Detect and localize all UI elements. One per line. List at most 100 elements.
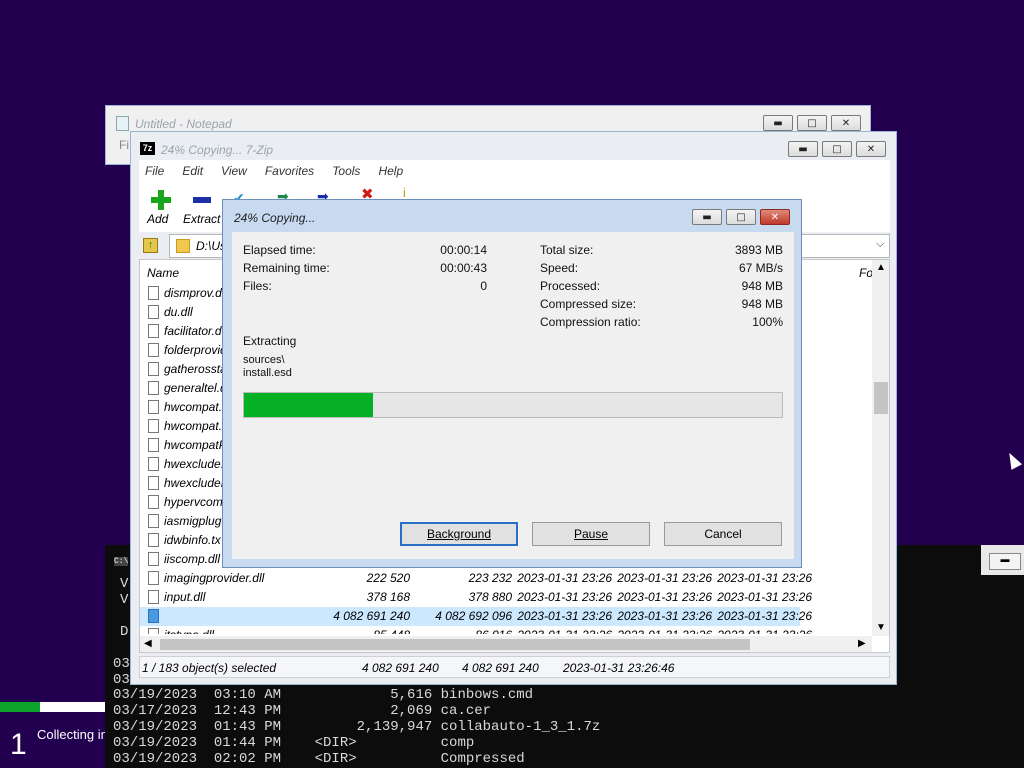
total-size-label: Total size: (540, 243, 594, 257)
pause-button[interactable]: Pause (532, 522, 650, 546)
copy-progress-bar (243, 392, 783, 418)
menu-view[interactable]: View (221, 164, 247, 178)
action-text: Extracting (243, 334, 297, 348)
file-created: 2023-01-31 23:26 (617, 609, 712, 623)
file-modified: 2023-01-31 23:26 (517, 609, 612, 623)
file-name: imagingprovider.dll (164, 571, 265, 585)
file-packed: 86 016 (416, 628, 512, 634)
console-line: 03/19/2023 02:02 PM <DIR> Compressed (113, 751, 525, 767)
progress-dialog[interactable]: 24% Copying... ▬ □ ✕ Elapsed time: 00:00… (222, 199, 802, 568)
file-name: hwcompat.t (164, 419, 226, 433)
copy-progress-fill (244, 393, 374, 417)
console-fragment: V (120, 592, 129, 608)
file-icon (148, 628, 159, 634)
file-name: facilitator.d (164, 324, 222, 338)
console-line: 03/19/2023 03:10 AM 5,616 binbows.cmd (113, 687, 534, 703)
sevenzip-maximize-button[interactable]: □ (822, 141, 852, 157)
file-icon (148, 400, 159, 414)
mouse-cursor-icon (1003, 450, 1023, 470)
processed-value: 948 MB (741, 279, 783, 293)
console-line: 03/19/2023 01:43 PM 2,139,947 collabauto… (113, 719, 601, 735)
dialog-close-button[interactable]: ✕ (760, 209, 790, 225)
file-row[interactable]: imagingprovider.dll 222 520 223 232 2023-01… (140, 569, 812, 588)
file-size: 4 082 691 240 (333, 609, 410, 623)
scroll-down-icon[interactable]: ▼ (876, 622, 886, 633)
chevron-down-icon[interactable]: ⌵ (876, 238, 884, 251)
column-header-name[interactable]: Name (147, 266, 179, 280)
file-created: 2023-01-31 23:26 (616, 628, 712, 634)
add-label: Add (147, 212, 169, 226)
file-icon (148, 324, 159, 338)
compressed-size-value: 948 MB (741, 297, 783, 311)
extract-button[interactable]: Extract (183, 188, 223, 228)
horizontal-scrollbar[interactable]: ◀ ▶ (140, 636, 872, 652)
file-created: 2023-01-31 23:26 (617, 571, 712, 585)
file-packed: 223 232 (468, 571, 512, 585)
background-button-label: Background (426, 527, 492, 541)
cancel-button-label: Cancel (704, 527, 742, 541)
file-row[interactable]: 4 082 691 240 4 082 692 096 2023-01-31 23:… (140, 607, 812, 626)
notepad-menu-fragment[interactable]: Fi (119, 138, 129, 152)
file-modified: 2023-01-31 23:26 (517, 590, 612, 604)
cancel-button[interactable]: Cancel (664, 522, 782, 546)
scroll-thumb[interactable] (874, 382, 888, 414)
speed-label: Speed: (540, 261, 579, 275)
menu-help[interactable]: Help (378, 164, 403, 178)
menu-edit[interactable]: Edit (182, 164, 203, 178)
file-name: idwbinfo.tx (164, 533, 221, 547)
file-accessed: 2023-01-31 23:26 (717, 590, 812, 604)
background-button[interactable]: Background (400, 522, 518, 546)
elapsed-value: 00:00:14 (440, 243, 487, 257)
pause-button-label: Pause (573, 527, 609, 541)
sevenzip-minimize-button[interactable]: ▬ (788, 141, 818, 157)
file-name: generaltel.d (164, 381, 227, 395)
sevenzip-close-button[interactable]: ✕ (856, 141, 886, 157)
file-row[interactable]: input.dll 378 168 378 880 2023-01-31 23:26 2… (140, 588, 812, 607)
hscroll-thumb[interactable] (160, 639, 750, 650)
file-icon (148, 476, 159, 490)
compressed-size-label: Compressed size: (540, 297, 637, 311)
file-icon (148, 305, 159, 319)
file-icon (148, 514, 159, 528)
file-icon (148, 343, 159, 357)
file-name: folderprovid (164, 343, 227, 357)
notepad-title: Untitled - Notepad (135, 117, 232, 131)
folder-icon (176, 239, 190, 253)
file-modified: 2023-01-31 23:26 (516, 628, 612, 634)
column-header-right[interactable]: Fo (859, 266, 873, 280)
dialog-maximize-button[interactable]: □ (726, 209, 756, 225)
scroll-right-icon[interactable]: ▶ (858, 638, 866, 649)
status-packed: 4 082 691 240 (462, 661, 539, 675)
elapsed-label: Elapsed time: (243, 243, 316, 257)
dialog-minimize-button[interactable]: ▬ (692, 209, 722, 225)
vertical-scrollbar[interactable]: ▲ ▼ (872, 260, 889, 636)
menu-favorites[interactable]: Favorites (265, 164, 314, 178)
menu-file[interactable]: File (145, 164, 164, 178)
console-minimize-button[interactable]: ▬ (989, 553, 1021, 570)
file-name: gatherossta (164, 362, 227, 376)
up-folder-button[interactable]: ↑ (141, 236, 161, 256)
status-selected: 1 / 183 object(s) selected (142, 661, 277, 675)
notepad-close-button[interactable]: ✕ (831, 115, 861, 131)
file-icon (148, 571, 159, 585)
file-name: iiscomp.dll (164, 552, 221, 566)
file-row[interactable]: itstypa.dll 85 448 86 016 2023-01-31 23:26 2… (140, 626, 812, 634)
file-name: dismprov.dl (164, 286, 225, 300)
menu-tools[interactable]: Tools (332, 164, 360, 178)
file-packed: 4 082 692 096 (435, 609, 512, 623)
status-bar: 1 / 183 object(s) selected 4 082 691 240… (139, 656, 890, 678)
file-name: itstypa.dll (164, 628, 214, 634)
processed-label: Processed: (540, 279, 601, 293)
add-button[interactable]: Add (145, 188, 175, 228)
notepad-minimize-button[interactable]: ▬ (763, 115, 793, 131)
ratio-label: Compression ratio: (540, 315, 641, 329)
info-icon[interactable]: i (403, 186, 413, 200)
scroll-left-icon[interactable]: ◀ (144, 638, 152, 649)
file-name: hwexcludeP (164, 476, 229, 490)
notepad-maximize-button[interactable]: □ (797, 115, 827, 131)
file-icon (148, 533, 159, 547)
scroll-up-icon[interactable]: ▲ (876, 262, 886, 273)
file-name: input.dll (164, 590, 206, 604)
up-folder-icon: ↑ (143, 238, 158, 253)
extract-icon (193, 197, 211, 203)
